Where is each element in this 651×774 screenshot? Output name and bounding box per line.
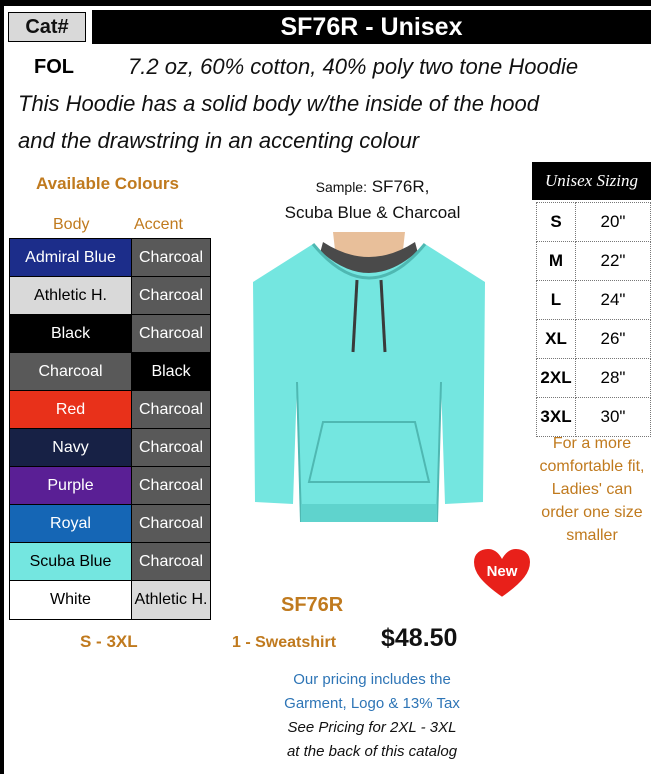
description-line-1: 7.2 oz, 60% cotton, 40% poly two tone Ho… — [128, 54, 579, 79]
quantity-label: 1 - Sweatshirt — [232, 634, 337, 651]
size-measurement: 28" — [575, 358, 651, 398]
pricing-note-line-2: Garment, Logo & 13% Tax — [284, 695, 460, 712]
sizing-row: XL 26" — [536, 319, 651, 359]
size-measurement: 30" — [575, 397, 651, 437]
hoodie-illustration — [253, 232, 485, 522]
body-colour-cell: Scuba Blue — [10, 543, 132, 580]
sizing-heading: Unisex Sizing — [532, 162, 651, 200]
sample-code: SF76R, — [371, 177, 430, 196]
heart-icon: New — [471, 546, 533, 600]
body-colour-cell: Charcoal — [10, 353, 132, 390]
body-colour-cell: White — [10, 581, 132, 619]
accent-colour-cell: Charcoal — [132, 505, 210, 542]
size-measurement: 26" — [575, 319, 651, 359]
extended-size-note-line-1: See Pricing for 2XL - 3XL — [287, 719, 457, 736]
colour-grid: Admiral Blue Charcoal Athletic H. Charcoal B… — [9, 238, 211, 620]
body-colour-cell: Admiral Blue — [10, 239, 132, 276]
extended-size-note: See Pricing for 2XL - 3XL at the back of… — [252, 716, 492, 764]
colour-row: Black Charcoal — [10, 315, 210, 353]
pricing-note-line-1: Our pricing includes the — [293, 671, 451, 688]
sample-colours: Scuba Blue & Charcoal — [284, 203, 461, 222]
price: $48.50 — [381, 624, 458, 652]
sizing-row: S 20" — [536, 202, 651, 242]
extended-size-note-line-2: at the back of this catalog — [286, 743, 458, 760]
size-label: XL — [536, 319, 576, 359]
cat-label: Cat# — [8, 12, 86, 42]
description-line-2: This Hoodie has a solid body w/the insid… — [18, 91, 539, 116]
body-colour-cell: Navy — [10, 429, 132, 466]
colour-row: Royal Charcoal — [10, 505, 210, 543]
new-badge-label: New — [487, 563, 518, 580]
accent-colour-cell: Charcoal — [132, 543, 210, 580]
size-label: S — [536, 202, 576, 242]
body-colour-cell: Purple — [10, 467, 132, 504]
page-top-border — [0, 0, 651, 6]
fit-note: For a more comfortable fit, Ladies' can … — [539, 435, 645, 544]
accent-colour-cell: Charcoal — [132, 315, 210, 352]
size-label: L — [536, 280, 576, 320]
size-range: S - 3XL — [80, 632, 138, 651]
description-line-3: and the drawstring in an accenting colou… — [18, 128, 420, 153]
accent-colour-cell: Charcoal — [132, 467, 210, 504]
sizing-row: 3XL 30" — [536, 397, 651, 437]
accent-colour-cell: Charcoal — [132, 277, 210, 314]
size-label: 3XL — [536, 397, 576, 437]
accent-colour-cell: Charcoal — [132, 429, 210, 466]
colour-row: Scuba Blue Charcoal — [10, 543, 210, 581]
body-colour-cell: Royal — [10, 505, 132, 542]
size-measurement: 20" — [575, 202, 651, 242]
colour-row: Charcoal Black — [10, 353, 210, 391]
sizing-row: M 22" — [536, 241, 651, 281]
page-left-border — [0, 0, 4, 774]
body-colour-cell: Red — [10, 391, 132, 428]
accent-colour-cell: Charcoal — [132, 239, 210, 276]
colour-row: Purple Charcoal — [10, 467, 210, 505]
sizing-row: 2XL 28" — [536, 358, 651, 398]
colour-row: White Athletic H. — [10, 581, 210, 619]
colour-row: Athletic H. Charcoal — [10, 277, 210, 315]
sizing-row: L 24" — [536, 280, 651, 320]
new-badge: New — [471, 546, 533, 602]
sizing-table: S 20" M 22" L 24" XL 26" 2XL 28" 3XL 30" — [536, 202, 651, 437]
accent-colour-cell: Black — [132, 353, 210, 390]
size-measurement: 22" — [575, 241, 651, 281]
brand-code: FOL — [34, 56, 74, 78]
size-label: 2XL — [536, 358, 576, 398]
sample-caption: Sample: SF76R, Scuba Blue & Charcoal — [255, 174, 490, 226]
accent-colour-cell: Charcoal — [132, 391, 210, 428]
hoodie-image — [253, 232, 485, 522]
colour-row: Red Charcoal — [10, 391, 210, 429]
product-title: SF76R - Unisex — [92, 10, 651, 44]
body-colour-cell: Black — [10, 315, 132, 352]
size-label: M — [536, 241, 576, 281]
product-sku: SF76R — [281, 594, 344, 616]
colour-row: Navy Charcoal — [10, 429, 210, 467]
available-colours-heading: Available Colours — [36, 174, 179, 193]
size-measurement: 24" — [575, 280, 651, 320]
accent-colour-cell: Athletic H. — [132, 581, 210, 619]
pricing-note: Our pricing includes the Garment, Logo &… — [252, 668, 492, 716]
body-colour-cell: Athletic H. — [10, 277, 132, 314]
accent-column-header: Accent — [134, 216, 183, 233]
sample-label: Sample: — [315, 179, 367, 195]
body-column-header: Body — [53, 216, 90, 233]
colour-row: Admiral Blue Charcoal — [10, 239, 210, 277]
